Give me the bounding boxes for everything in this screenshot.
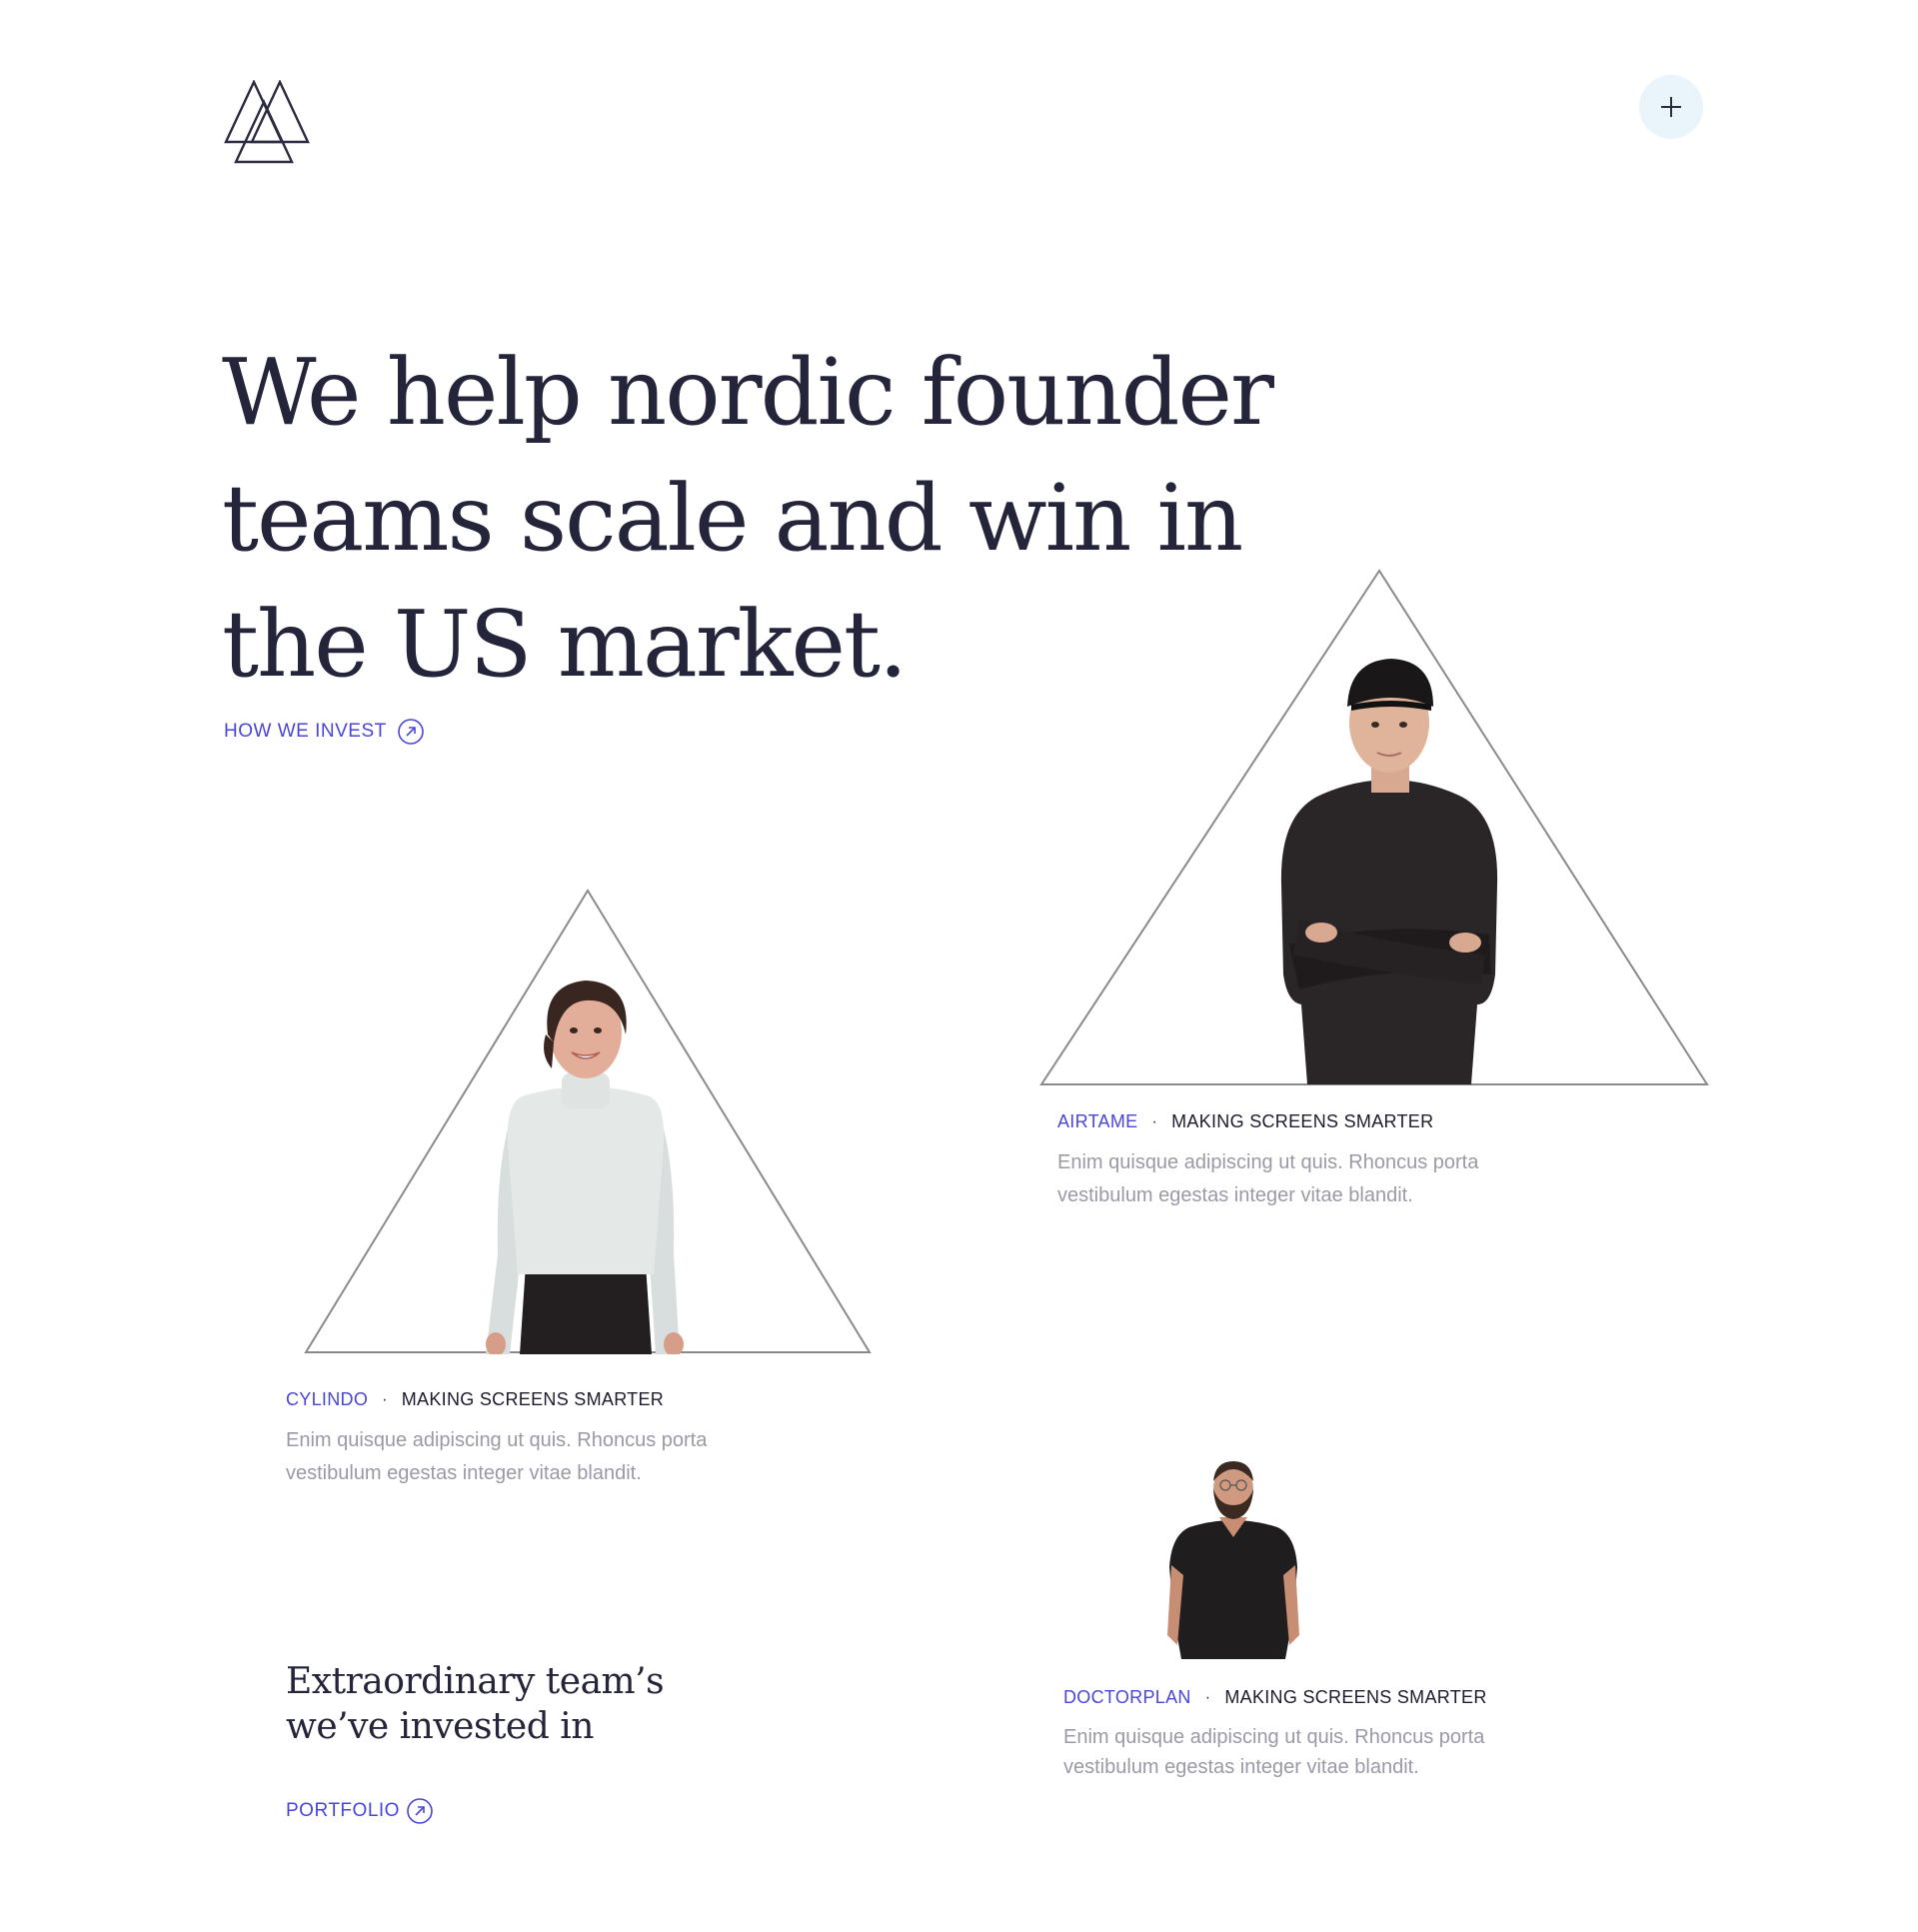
airtame-figure (1039, 568, 1719, 1087)
arrow-up-right-circle-icon (397, 719, 424, 745)
cylindo-card[interactable]: CYLINDO · MAKING SCREENS SMARTER Enim qu… (286, 1389, 806, 1490)
company-name[interactable]: AIRTAME (1057, 1111, 1137, 1132)
plus-icon (1661, 97, 1681, 117)
founder-photo-cylindo (486, 980, 684, 1354)
airtame-card[interactable]: AIRTAME · MAKING SCREENS SMARTER Enim qu… (1057, 1111, 1577, 1212)
separator-dot: · (1151, 1112, 1158, 1130)
separator-dot: · (1204, 1688, 1211, 1706)
how-we-invest-label: HOW WE INVEST (224, 721, 387, 742)
arrow-up-right-circle-icon (407, 1798, 433, 1824)
card-meta: AIRTAME · MAKING SCREENS SMARTER (1057, 1111, 1577, 1132)
cylindo-figure (304, 888, 880, 1357)
founder-photo-doctorplan (1167, 1461, 1299, 1659)
portfolio-link[interactable]: PORTFOLIO (286, 1797, 434, 1825)
card-meta: CYLINDO · MAKING SCREENS SMARTER (286, 1389, 806, 1410)
company-description: Enim quisque adipiscing ut quis. Rhoncus… (1057, 1151, 1479, 1206)
company-description: Enim quisque adipiscing ut quis. Rhoncus… (1063, 1726, 1485, 1778)
company-name[interactable]: CYLINDO (286, 1389, 368, 1410)
company-name[interactable]: DOCTORPLAN (1063, 1687, 1191, 1708)
company-tagline: MAKING SCREENS SMARTER (1171, 1111, 1434, 1131)
doctorplan-card[interactable]: DOCTORPLAN · MAKING SCREENS SMARTER Enim… (1063, 1687, 1533, 1782)
logo[interactable] (224, 79, 320, 166)
company-tagline: MAKING SCREENS SMARTER (401, 1389, 665, 1409)
company-description: Enim quisque adipiscing ut quis. Rhoncus… (286, 1429, 708, 1484)
portfolio-title: Extraordinary team’s we’ve invested in (286, 1661, 665, 1747)
company-tagline: MAKING SCREENS SMARTER (1224, 1687, 1487, 1707)
portfolio-label: PORTFOLIO (286, 1800, 400, 1821)
triangle-logo-icon (224, 79, 310, 164)
founder-photo-airtame (1280, 659, 1498, 1084)
menu-button[interactable] (1639, 75, 1703, 139)
separator-dot: · (382, 1390, 388, 1408)
how-we-invest-link[interactable]: HOW WE INVEST (224, 718, 425, 746)
card-meta: DOCTORPLAN · MAKING SCREENS SMARTER (1063, 1687, 1533, 1708)
